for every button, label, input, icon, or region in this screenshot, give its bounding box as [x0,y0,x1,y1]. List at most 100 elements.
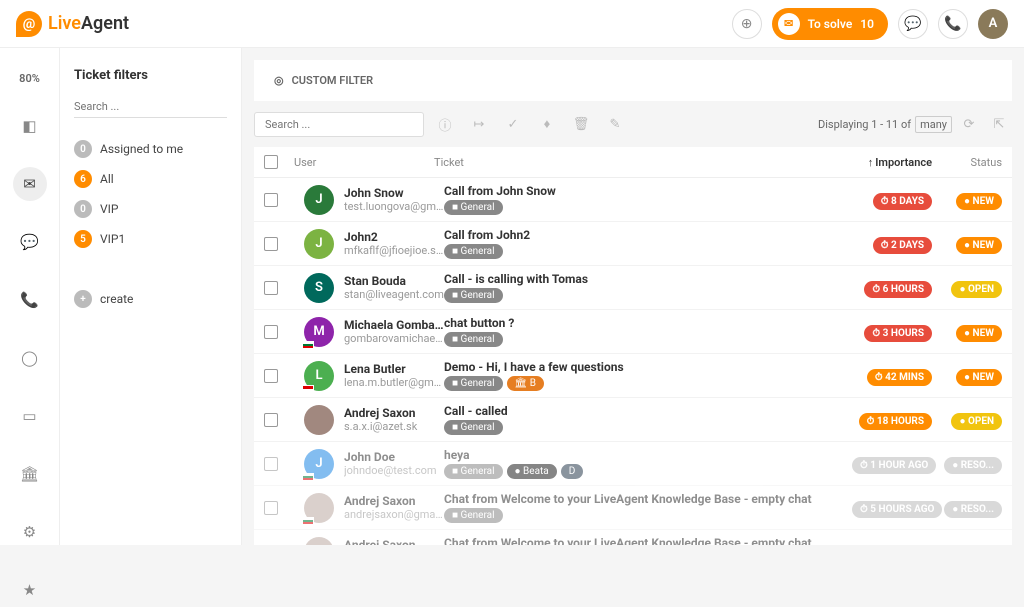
tag: ■ General [444,464,503,479]
export-icon[interactable]: ⇱ [986,111,1012,137]
user-email: test.luongova@gmail... [344,200,444,213]
user-block: Andrej Saxon s.a.x.i@azet.sk [344,406,444,433]
avatar [304,405,334,435]
ticket-block: Call - is calling with Tomas ■ General [444,272,852,303]
to-solve-button[interactable]: ✉ To solve 10 [772,8,888,40]
importance-pill: ⏱ 3 HOURS [864,325,932,342]
delete-icon[interactable]: 🗑 [568,111,594,137]
custom-filter-label: CUSTOM FILTER [292,74,374,87]
user-block: John Doe johndoe@test.com [344,450,444,477]
filter-item[interactable]: 0Assigned to me [74,134,227,164]
status-pill: ● OPEN [951,281,1002,298]
top-actions: ⊕ ✉ To solve 10 💬 📞 A [732,8,1008,40]
zoom-label: 80% [19,72,40,85]
edit-icon[interactable]: ✎ [602,111,628,137]
filter-item[interactable]: 5VIP1 [74,224,227,254]
row-checkbox[interactable] [264,413,278,427]
table-row[interactable]: J John2 mfkaflf@jfioejioe.sofds Call fro… [254,222,1012,266]
status-pill: ● RESO... [944,501,1002,518]
avatar: L [304,361,334,391]
ticket-subject: Chat from Welcome to your LiveAgent Know… [444,536,852,545]
chat-top-icon[interactable]: 💬 [898,9,928,39]
tickets-icon[interactable]: ✉ [13,167,47,201]
filter-item[interactable]: 0VIP [74,194,227,224]
info-icon[interactable]: ⓘ [432,111,458,137]
user-avatar[interactable]: A [978,9,1008,39]
status-pill: ● NEW [956,369,1002,386]
table-row[interactable]: J John Doe johndoe@test.com heya ■ Gener… [254,442,1012,486]
avatar: J [304,229,334,259]
tag: ■ General [444,420,503,435]
row-checkbox[interactable] [264,501,278,515]
tag: ■ General [444,376,503,391]
header-ticket[interactable]: Ticket [434,156,852,169]
contacts-icon[interactable]: ▭ [13,399,47,433]
flag-icon [302,385,314,393]
ticket-subject: Call - called [444,404,852,418]
topbar: @ LiveAgent ⊕ ✉ To solve 10 💬 📞 A [0,0,1024,48]
status-pill: ● RESO... [944,457,1002,474]
chats-icon[interactable]: 💬 [13,225,47,259]
user-email: stan@liveagent.com [344,288,444,301]
table-row[interactable]: Andrej Saxon andrejsaxon@gmail.c... Chat… [254,530,1012,545]
table-row[interactable]: S Stan Bouda stan@liveagent.com Call - i… [254,266,1012,310]
ticket-subject: Call from John2 [444,228,852,242]
add-button[interactable]: ⊕ [732,9,762,39]
user-name: Andrej Saxon [344,538,444,545]
create-label: create [100,292,133,306]
row-checkbox[interactable] [264,325,278,339]
user-block: John Snow test.luongova@gmail... [344,186,444,213]
row-checkbox[interactable] [264,193,278,207]
user-name: John2 [344,230,444,244]
plus-icon: + [74,290,92,308]
solve-label: To solve [808,17,853,31]
ticket-block: heya ■ General● Beata D [444,448,852,479]
ticket-block: Chat from Welcome to your LiveAgent Know… [444,536,852,545]
status-pill: ● NEW [956,237,1002,254]
sidebar: Ticket filters 0Assigned to me6All0VIP5V… [60,48,242,545]
table-row[interactable]: M Michaela Gombarova gombarovamichaela1.… [254,310,1012,354]
star-icon[interactable]: ★ [13,573,47,607]
status-pill: ● NEW [956,193,1002,210]
ticket-subject: Chat from Welcome to your LiveAgent Know… [444,492,852,506]
header-user[interactable]: User [294,156,434,169]
table-row[interactable]: J John Snow test.luongova@gmail... Call … [254,178,1012,222]
user-block: Andrej Saxon andrejsaxon@gmail.c... [344,538,444,545]
select-all-checkbox[interactable] [264,155,278,169]
ticket-block: chat button ? ■ General [444,316,852,347]
header-importance[interactable]: Importance [852,156,932,169]
row-checkbox[interactable] [264,369,278,383]
many-dropdown[interactable]: many [915,116,952,133]
reload-icon[interactable]: ⟳ [956,111,982,137]
nav-rail: 80% ◧ ✉ 💬 📞 ◯ ▭ 🏛 ⚙ ★ [0,48,60,545]
custom-filter-bar[interactable]: ◎ CUSTOM FILTER [254,60,1012,101]
table-row[interactable]: Andrej Saxon andrejsaxon@gmail.c... Chat… [254,486,1012,530]
phone-top-icon[interactable]: 📞 [938,9,968,39]
brand-logo[interactable]: @ LiveAgent [16,11,129,37]
importance-pill: ⏱ 8 DAYS [873,193,932,210]
table-row[interactable]: L Lena Butler lena.m.butler@gmail.c... D… [254,354,1012,398]
row-checkbox[interactable] [264,237,278,251]
filter-label: Assigned to me [100,142,183,156]
row-checkbox[interactable] [264,281,278,295]
avatar: M [304,317,334,347]
row-checkbox[interactable] [264,457,278,471]
resolve-icon[interactable]: ✓ [500,111,526,137]
settings-icon[interactable]: ⚙ [13,515,47,549]
spam-icon[interactable]: ♦ [534,111,560,137]
header-status[interactable]: Status [942,156,1002,169]
user-email: gombarovamichaela1... [344,332,444,345]
dashboard-icon[interactable]: ◧ [13,109,47,143]
status-pill: ● OPEN [951,413,1002,430]
table-row[interactable]: Andrej Saxon s.a.x.i@azet.sk Call - call… [254,398,1012,442]
refresh-icon[interactable]: ◯ [13,341,47,375]
transfer-icon[interactable]: ↦ [466,111,492,137]
calls-icon[interactable]: 📞 [13,283,47,317]
ticket-subject: Call - is calling with Tomas [444,272,852,286]
create-filter[interactable]: + create [74,284,227,314]
tag: ■ General [444,244,503,259]
building-icon[interactable]: 🏛 [13,457,47,491]
filter-item[interactable]: 6All [74,164,227,194]
search-input[interactable] [254,112,424,137]
filter-search-input[interactable] [74,96,227,118]
